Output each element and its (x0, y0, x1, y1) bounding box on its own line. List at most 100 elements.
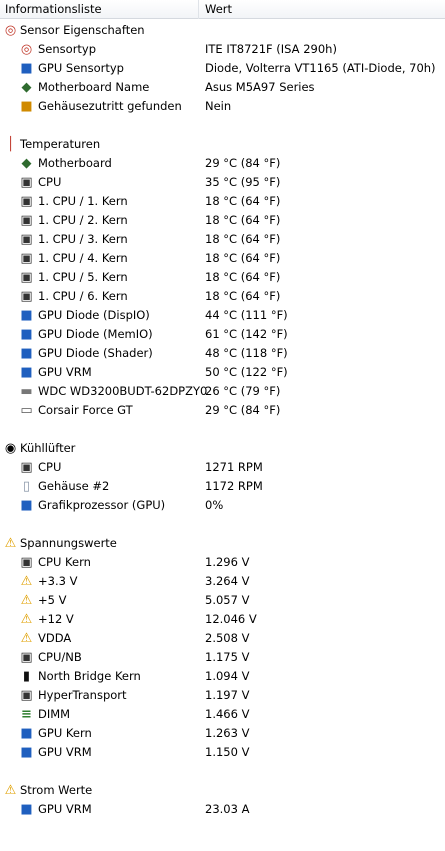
group-header[interactable]: Kühllüfter (0, 439, 445, 458)
item-label: Motherboard (38, 156, 112, 170)
item-label: Motherboard Name (38, 80, 150, 94)
list-item[interactable]: GPU Diode (DispIO) 44 °C (111 °F) (0, 306, 445, 325)
item-value: 1.263 V (205, 726, 250, 740)
item-value: 48 °C (118 °F) (205, 346, 288, 360)
warning-icon (19, 612, 34, 627)
list-item[interactable]: GPU Kern 1.263 V (0, 724, 445, 743)
case-icon (19, 479, 34, 494)
list-item[interactable]: Sensortyp ITE IT8721F (ISA 290h) (0, 40, 445, 59)
list-item[interactable]: +5 V 5.057 V (0, 591, 445, 610)
gauge-icon (19, 42, 34, 57)
list-item[interactable]: +12 V 12.046 V (0, 610, 445, 629)
hard-disk-icon (19, 384, 34, 399)
item-label: DIMM (38, 707, 71, 721)
item-value: 1.466 V (205, 707, 250, 721)
list-item[interactable]: 1. CPU / 3. Kern 18 °C (64 °F) (0, 230, 445, 249)
cpu-chip-icon (19, 175, 34, 190)
item-value: 0% (205, 498, 224, 512)
list-item[interactable]: GPU VRM 1.150 V (0, 743, 445, 762)
list-item[interactable]: Grafikprozessor (GPU) 0% (0, 496, 445, 515)
item-label: GPU VRM (38, 802, 92, 816)
item-value: 2.508 V (205, 631, 250, 645)
list-item[interactable]: Gehäuse #2 1172 RPM (0, 477, 445, 496)
list-item[interactable]: CPU/NB 1.175 V (0, 648, 445, 667)
group-header[interactable]: Strom Werte (0, 781, 445, 800)
monitor-icon (19, 61, 34, 76)
ram-icon (19, 707, 34, 722)
column-header-value[interactable]: Wert (200, 0, 445, 19)
item-label: GPU VRM (38, 365, 92, 379)
list-item[interactable]: CPU 1271 RPM (0, 458, 445, 477)
list-item[interactable]: 1. CPU / 6. Kern 18 °C (64 °F) (0, 287, 445, 306)
group-title: Strom Werte (20, 783, 93, 797)
item-label: HyperTransport (38, 688, 127, 702)
list-item[interactable]: Motherboard 29 °C (84 °F) (0, 154, 445, 173)
item-value: ITE IT8721F (ISA 290h) (205, 42, 337, 56)
list-item[interactable]: GPU VRM 23.03 A (0, 800, 445, 819)
item-label: Grafikprozessor (GPU) (38, 498, 166, 512)
motherboard-icon (19, 80, 34, 95)
list-item[interactable]: GPU Diode (Shader) 48 °C (118 °F) (0, 344, 445, 363)
list-item[interactable]: CPU Kern 1.296 V (0, 553, 445, 572)
fan-icon (3, 441, 18, 456)
item-value: 35 °C (95 °F) (205, 175, 281, 189)
group-title: Sensor Eigenschaften (20, 23, 145, 37)
item-value: 1271 RPM (205, 460, 263, 474)
monitor-icon (19, 346, 34, 361)
group-header[interactable]: Temperaturen (0, 135, 445, 154)
item-value: Nein (205, 99, 232, 113)
item-label: 1. CPU / 2. Kern (38, 213, 128, 227)
item-value: 26 °C (79 °F) (205, 384, 281, 398)
item-value: 18 °C (64 °F) (205, 270, 281, 284)
list-item[interactable]: 1. CPU / 5. Kern 18 °C (64 °F) (0, 268, 445, 287)
item-value: 44 °C (111 °F) (205, 308, 288, 322)
cpu-chip-icon (19, 289, 34, 304)
item-value: 50 °C (122 °F) (205, 365, 288, 379)
ssd-icon (19, 403, 34, 418)
item-label: GPU Diode (MemIO) (38, 327, 153, 341)
monitor-icon (19, 365, 34, 380)
monitor-icon (19, 745, 34, 760)
list-item[interactable]: 1. CPU / 2. Kern 18 °C (64 °F) (0, 211, 445, 230)
list-item[interactable]: +3.3 V 3.264 V (0, 572, 445, 591)
cpu-chip-icon (19, 194, 34, 209)
list-item[interactable]: North Bridge Kern 1.094 V (0, 667, 445, 686)
item-label: CPU Kern (38, 555, 91, 569)
group-header[interactable]: Spannungswerte (0, 534, 445, 553)
column-header-name[interactable]: Informationsliste (0, 0, 199, 19)
item-label: Gehäuse #2 (38, 479, 110, 493)
item-value: 1.150 V (205, 745, 250, 759)
list-item[interactable]: Gehäusezutritt gefunden Nein (0, 97, 445, 116)
list-item[interactable]: GPU Sensortyp Diode, Volterra VT1165 (ATI… (0, 59, 445, 78)
cpu-chip-icon (19, 270, 34, 285)
list-item[interactable]: Corsair Force GT 29 °C (84 °F) (0, 401, 445, 420)
list-item[interactable]: CPU 35 °C (95 °F) (0, 173, 445, 192)
item-value: 1.094 V (205, 669, 250, 683)
item-label: VDDA (38, 631, 72, 645)
warning-icon (19, 631, 34, 646)
list-item[interactable]: Motherboard Name Asus M5A97 Series (0, 78, 445, 97)
item-label: WDC WD3200BUDT-62DPZY0 (38, 384, 208, 398)
item-value: 18 °C (64 °F) (205, 194, 281, 208)
list-item[interactable]: DIMM 1.466 V (0, 705, 445, 724)
item-value: 1172 RPM (205, 479, 263, 493)
list-item[interactable]: WDC WD3200BUDT-62DPZY026 °C (79 °F) (0, 382, 445, 401)
list-header: Informationsliste Wert (0, 0, 445, 19)
list-item[interactable]: GPU VRM 50 °C (122 °F) (0, 363, 445, 382)
list-item[interactable]: GPU Diode (MemIO) 61 °C (142 °F) (0, 325, 445, 344)
item-value: 29 °C (84 °F) (205, 156, 281, 170)
list-item[interactable]: 1. CPU / 4. Kern 18 °C (64 °F) (0, 249, 445, 268)
group-title: Spannungswerte (20, 536, 117, 550)
item-value: 12.046 V (205, 612, 257, 626)
list-item[interactable]: 1. CPU / 1. Kern 18 °C (64 °F) (0, 192, 445, 211)
list-item[interactable]: HyperTransport 1.197 V (0, 686, 445, 705)
cpu-chip-icon (19, 213, 34, 228)
list-item[interactable]: VDDA 2.508 V (0, 629, 445, 648)
item-value: 3.264 V (205, 574, 250, 588)
group-header[interactable]: Sensor Eigenschaften (0, 21, 445, 40)
group-title: Kühllüfter (20, 441, 76, 455)
warning-icon (3, 783, 18, 798)
